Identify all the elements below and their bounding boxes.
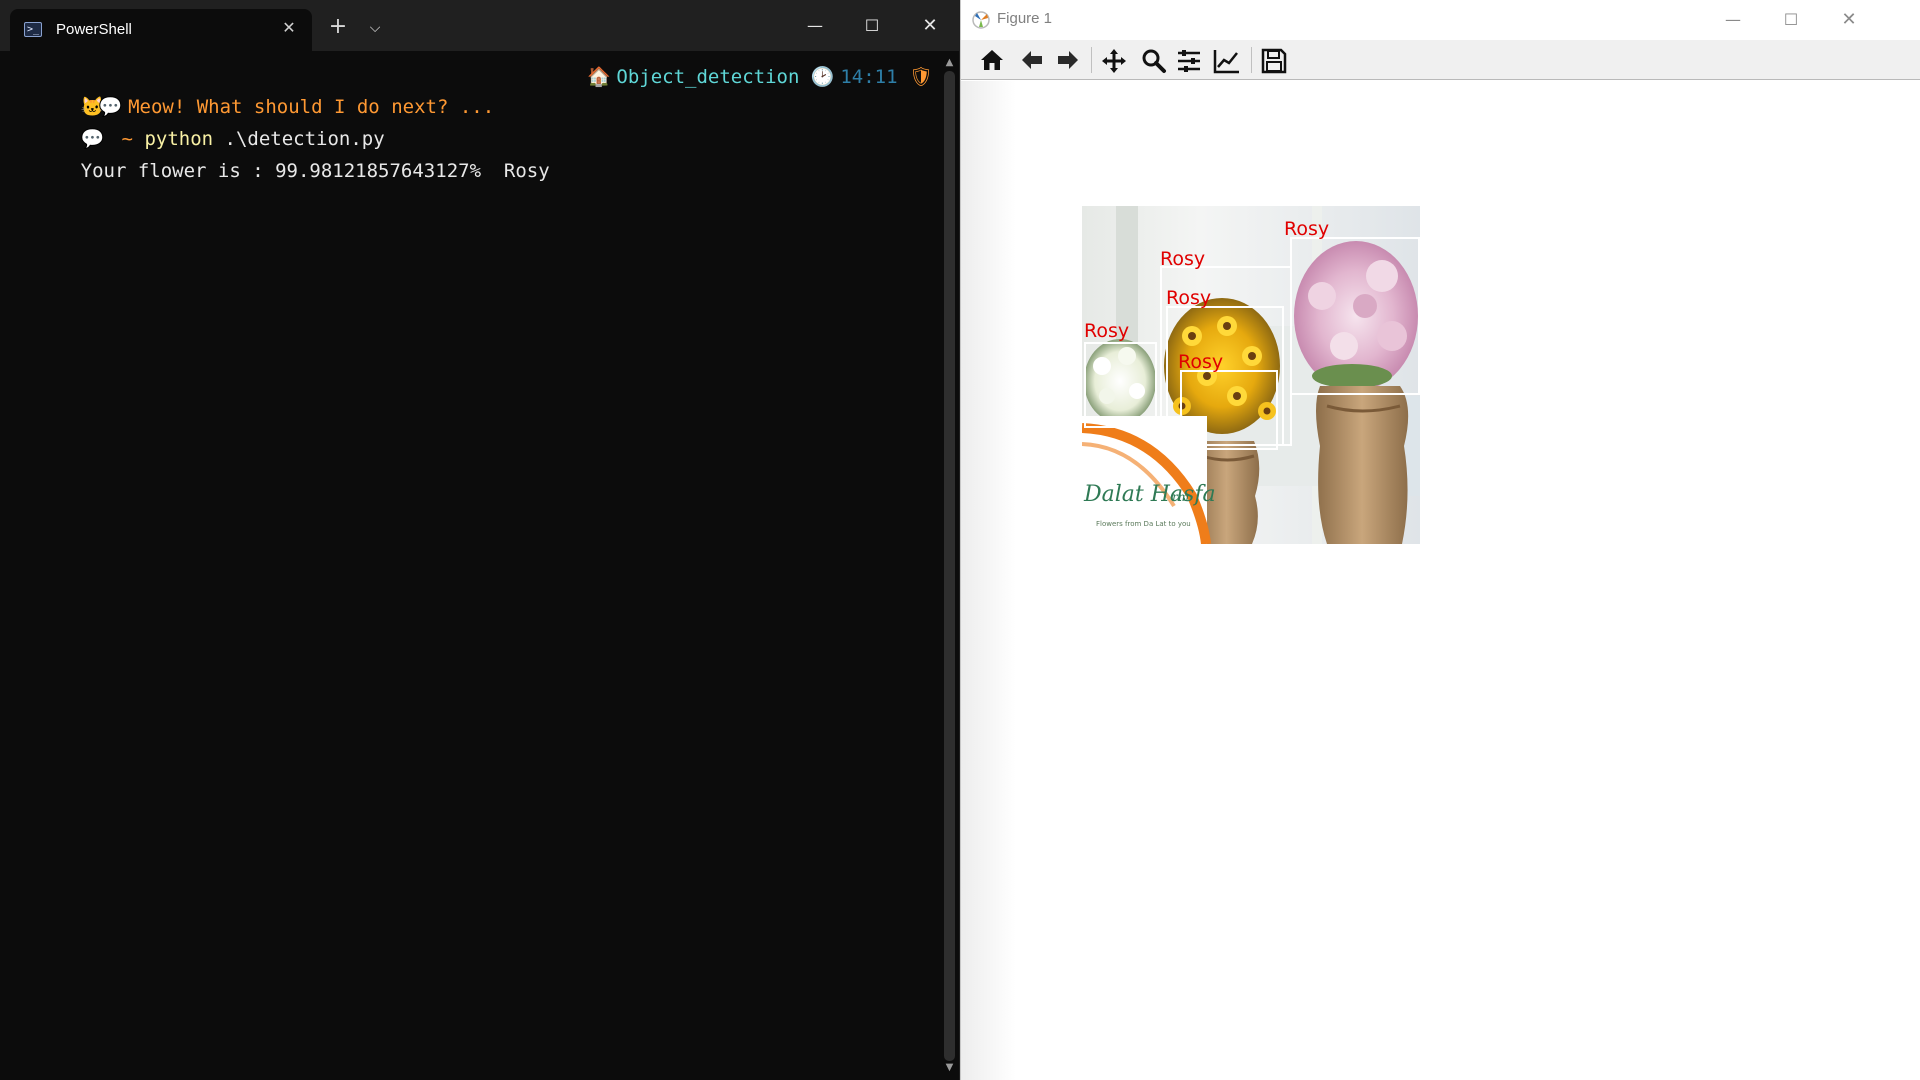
shield-icon: 🛡: [909, 66, 934, 88]
output-line: Your flower is : 99.98121857643127% Rosy: [12, 126, 550, 182]
home-folder-icon: 🏠: [586, 66, 611, 88]
detection-image: Dalat Hasfa rm Flowers from Da Lat to yo…: [1082, 206, 1420, 544]
figure-window: Figure 1 — ☐ ✕ Dalat Hasfa rm Flowers fr…: [960, 0, 1920, 1080]
minimize-button[interactable]: —: [786, 0, 844, 51]
forward-arrow-icon[interactable]: [1051, 45, 1085, 75]
home-icon[interactable]: [975, 45, 1009, 75]
save-icon[interactable]: [1257, 45, 1291, 75]
scroll-down-icon[interactable]: ▼: [940, 1060, 959, 1076]
scrollbar[interactable]: ▲ ▼: [940, 51, 959, 1080]
detection-label: Rosy: [1084, 320, 1130, 342]
detection-label: Rosy: [1284, 218, 1330, 240]
toolbar-separator: [1091, 47, 1092, 73]
command-line: 💬 ~ python .\detection.py: [12, 94, 385, 150]
close-tab-icon[interactable]: ✕: [278, 17, 300, 39]
clock-icon: 🕑: [810, 66, 835, 88]
svg-text:Dalat Hasfa: Dalat Hasfa: [1083, 482, 1216, 507]
svg-text:Flowers from Da Lat to you: Flowers from Da Lat to you: [1096, 520, 1191, 528]
figure-canvas[interactable]: Dalat Hasfa rm Flowers from Da Lat to yo…: [961, 81, 1920, 1080]
scrollbar-thumb[interactable]: [944, 71, 955, 1061]
terminal-window: >_ PowerShell ✕ + ⌵ — ☐ ✕ 🐱💬 Meow! What …: [0, 0, 959, 1080]
zoom-icon[interactable]: [1137, 45, 1171, 75]
tab-powershell[interactable]: >_ PowerShell ✕: [10, 9, 312, 51]
terminal-titlebar: >_ PowerShell ✕ + ⌵ — ☐ ✕: [0, 0, 959, 51]
detection-label: Rosy: [1160, 248, 1206, 270]
close-window-button[interactable]: ✕: [1820, 0, 1878, 40]
subplots-icon[interactable]: [1172, 45, 1206, 75]
detection-box: [1290, 237, 1420, 395]
svg-text:rm: rm: [1172, 490, 1189, 504]
prompt-status: 🏠 Object_detection 🕑 14:11 🛡: [586, 62, 934, 92]
canvas-shadow: [961, 81, 1016, 1080]
matplotlib-icon: [972, 11, 990, 29]
close-window-button[interactable]: ✕: [901, 0, 959, 51]
chevron-down-icon[interactable]: ⌵: [362, 14, 388, 42]
detection-box: [1180, 370, 1278, 450]
detection-label: Rosy: [1178, 351, 1224, 373]
new-tab-button[interactable]: +: [324, 14, 352, 42]
figure-toolbar: [961, 40, 1920, 80]
prompt-time: 14:11: [840, 66, 898, 88]
maximize-button[interactable]: ☐: [843, 0, 901, 51]
toolbar-separator: [1251, 47, 1252, 73]
detection-label: Rosy: [1166, 287, 1212, 309]
minimize-button[interactable]: —: [1704, 0, 1762, 40]
powershell-icon: >_: [24, 22, 42, 37]
prompt-folder: Object_detection: [616, 66, 800, 88]
detection-output: Your flower is : 99.98121857643127% Rosy: [80, 160, 550, 182]
terminal-output[interactable]: 🐱💬 Meow! What should I do next? ... 🏠 Ob…: [0, 51, 940, 1080]
edit-axis-icon[interactable]: [1209, 45, 1243, 75]
prompt-line: 🐱💬 Meow! What should I do next? ... 🏠 Ob…: [12, 62, 934, 118]
maximize-button[interactable]: ☐: [1762, 0, 1820, 40]
detection-box: [1084, 342, 1157, 428]
scroll-up-icon[interactable]: ▲: [940, 55, 959, 71]
figure-title: Figure 1: [997, 10, 1053, 27]
back-arrow-icon[interactable]: [1015, 45, 1049, 75]
figure-titlebar: Figure 1 — ☐ ✕: [961, 0, 1920, 40]
pan-icon[interactable]: [1097, 45, 1131, 75]
tab-title: PowerShell: [56, 21, 132, 38]
